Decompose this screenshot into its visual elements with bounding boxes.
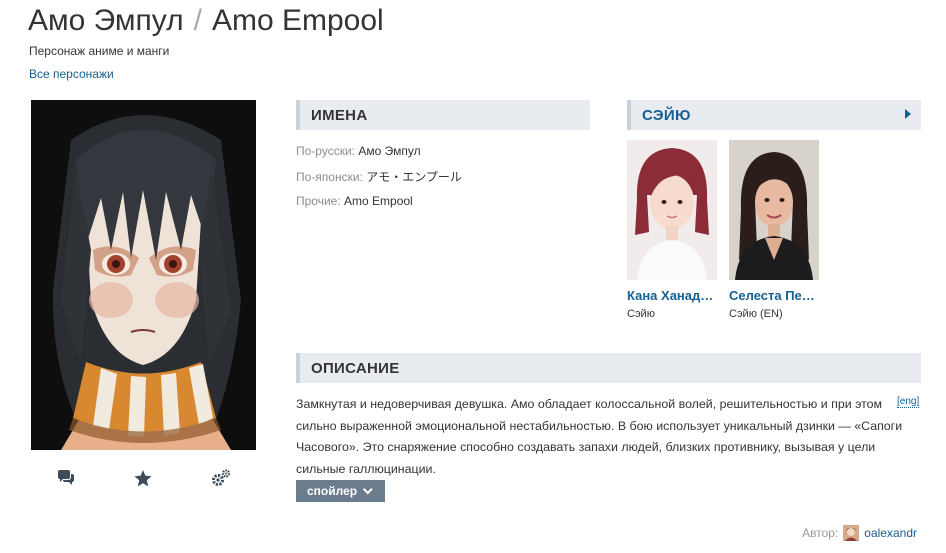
page-subtitle: Персонаж аниме и манги <box>29 44 170 58</box>
description-heading: ОПИСАНИЕ <box>311 360 400 377</box>
seiyu-photo[interactable] <box>729 140 819 280</box>
title-separator: / <box>193 4 202 37</box>
seiyu-portrait <box>627 140 717 280</box>
settings-button[interactable] <box>209 466 233 490</box>
comments-button[interactable] <box>54 466 78 490</box>
name-other-value: Amo Empool <box>344 194 413 208</box>
names-heading: ИМЕНА <box>311 107 368 124</box>
name-japanese-value: アモ・エンプール <box>366 170 462 184</box>
chevron-down-icon <box>362 483 373 494</box>
gears-icon <box>212 469 231 486</box>
author-credit: Автор: oalexandr <box>802 525 917 541</box>
comments-icon <box>58 470 74 485</box>
spoiler-label: спойлер <box>307 484 358 498</box>
arrow-right-icon <box>905 109 911 119</box>
seiyu-name[interactable]: Кана Ханад… <box>627 288 717 303</box>
seiyu-role: Сэйю <box>627 308 655 320</box>
title-english: Amo Empool <box>211 4 384 37</box>
title-russian: Амо Эмпул <box>28 4 184 37</box>
seiyu-role: Сэйю (EN) <box>729 308 783 320</box>
seiyu-name[interactable]: Селеста Пе… <box>729 288 819 303</box>
description-text: Замкнутая и недоверчивая девушка. Амо об… <box>296 397 903 476</box>
name-other-label: Прочие: <box>296 194 341 208</box>
avatar[interactable] <box>843 525 860 541</box>
seiyu-portrait <box>729 140 819 280</box>
name-russian-value: Амо Эмпул <box>358 144 421 158</box>
seiyu-photo[interactable] <box>627 140 717 280</box>
spoiler-button[interactable]: спойлер <box>296 480 385 502</box>
seiyu-card[interactable]: Селеста Пе… Сэйю (EN) <box>729 140 819 320</box>
star-icon <box>134 469 152 486</box>
name-russian-row: По-русски: Амо Эмпул <box>296 144 421 158</box>
name-japanese-label: По-японски: <box>296 170 363 184</box>
seiyu-section-header[interactable]: СЭЙЮ <box>627 100 921 130</box>
author-name[interactable]: oalexandr <box>864 526 917 540</box>
character-poster <box>31 100 256 450</box>
all-characters-link[interactable]: Все персонажи <box>29 67 114 81</box>
name-japanese-row: По-японски: アモ・エンプール <box>296 168 462 185</box>
names-section-header: ИМЕНА <box>296 100 590 130</box>
poster-actions <box>31 466 256 492</box>
english-description-link[interactable]: [eng] <box>897 396 920 408</box>
page-title: Амо Эмпул / Amo Empool <box>28 4 384 38</box>
favorite-button[interactable] <box>131 466 155 490</box>
name-other-row: Прочие: Amo Empool <box>296 194 413 208</box>
author-label: Автор: <box>802 526 839 540</box>
character-image <box>31 100 256 450</box>
name-russian-label: По-русски: <box>296 144 355 158</box>
seiyu-heading: СЭЙЮ <box>642 107 691 124</box>
seiyu-card[interactable]: Кана Ханад… Сэйю <box>627 140 717 320</box>
description-section-header: ОПИСАНИЕ <box>296 353 921 383</box>
